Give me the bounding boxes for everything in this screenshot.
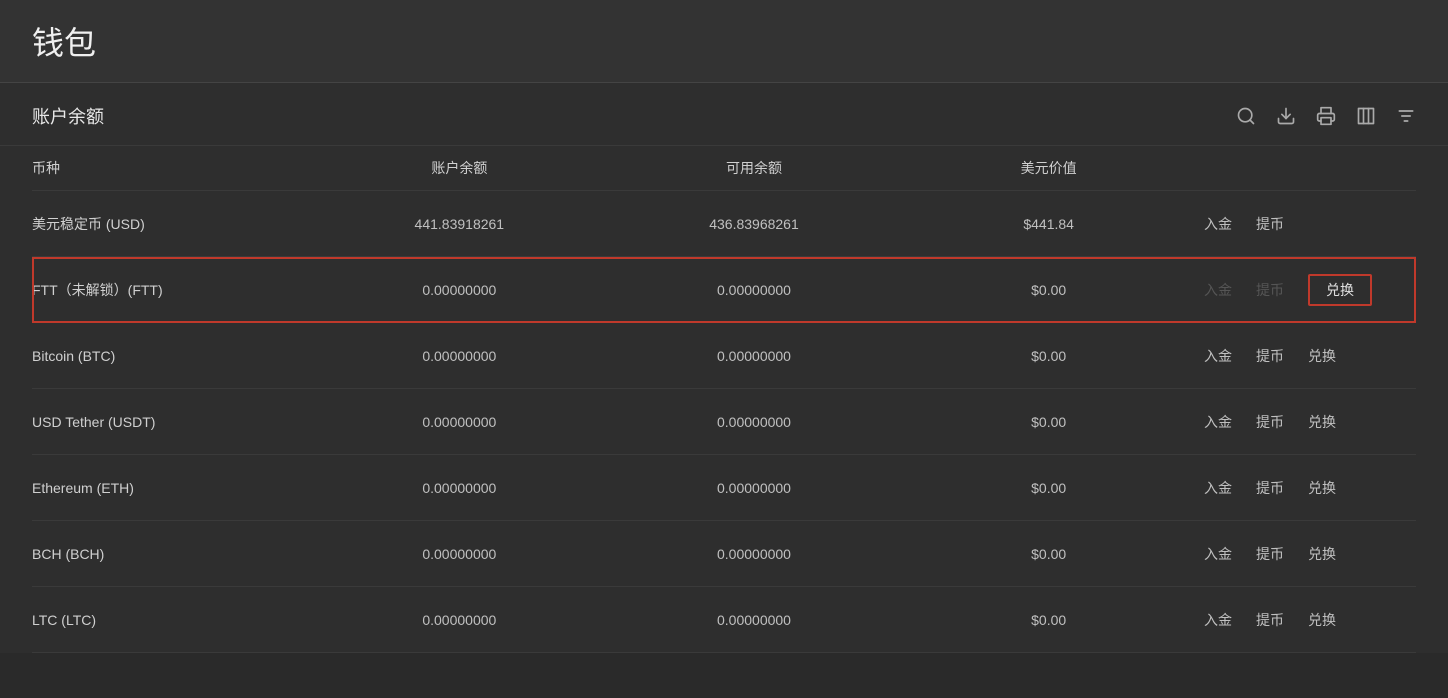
columns-icon[interactable] bbox=[1356, 106, 1376, 126]
deposit-button[interactable]: 入金 bbox=[1204, 214, 1232, 234]
withdraw-button: 提币 bbox=[1256, 280, 1284, 300]
cell-usd-value: $0.00 bbox=[901, 480, 1196, 496]
cell-actions: 入金 提币 兑换 bbox=[1196, 412, 1416, 432]
cell-balance: 0.00000000 bbox=[312, 480, 607, 496]
table-row: LTC (LTC)0.000000000.00000000$0.00入金提币兑换 bbox=[32, 587, 1416, 653]
table-row: Bitcoin (BTC)0.000000000.00000000$0.00入金… bbox=[32, 323, 1416, 389]
exchange-button[interactable]: 兑换 bbox=[1308, 544, 1336, 564]
cell-balance: 0.00000000 bbox=[312, 348, 607, 364]
table-row: USD Tether (USDT)0.000000000.00000000$0.… bbox=[32, 389, 1416, 455]
header-icons bbox=[1236, 106, 1416, 126]
cell-balance: 0.00000000 bbox=[312, 414, 607, 430]
balance-table: 币种 账户余额 可用余额 美元价值 美元稳定币 (USD)441.8391826… bbox=[0, 146, 1448, 653]
exchange-button[interactable]: 兑换 bbox=[1308, 610, 1336, 630]
header-currency: 币种 bbox=[32, 158, 312, 178]
cell-available: 0.00000000 bbox=[607, 612, 902, 628]
cell-usd-value: $441.84 bbox=[901, 216, 1196, 232]
deposit-button[interactable]: 入金 bbox=[1204, 544, 1232, 564]
section-header: 账户余额 bbox=[0, 83, 1448, 146]
exchange-button[interactable]: 兑换 bbox=[1308, 478, 1336, 498]
cell-actions: 入金 提币 兑换 bbox=[1196, 346, 1416, 366]
withdraw-button[interactable]: 提币 bbox=[1256, 214, 1284, 234]
cell-usd-value: $0.00 bbox=[901, 546, 1196, 562]
deposit-button[interactable]: 入金 bbox=[1204, 610, 1232, 630]
table-row: 美元稳定币 (USD)441.83918261436.83968261$441.… bbox=[32, 191, 1416, 257]
cell-currency: LTC (LTC) bbox=[32, 612, 312, 628]
cell-balance: 0.00000000 bbox=[312, 282, 607, 298]
exchange-button[interactable]: 兑换 bbox=[1308, 274, 1372, 306]
cell-currency: Ethereum (ETH) bbox=[32, 480, 312, 496]
header-balance: 账户余额 bbox=[312, 158, 607, 178]
cell-actions: 入金 提币 兑换 bbox=[1196, 544, 1416, 564]
cell-actions: 入金 提币 兑换 bbox=[1196, 478, 1416, 498]
deposit-button[interactable]: 入金 bbox=[1204, 478, 1232, 498]
cell-available: 0.00000000 bbox=[607, 480, 902, 496]
cell-available: 0.00000000 bbox=[607, 282, 902, 298]
page-title: 钱包 bbox=[32, 18, 1416, 64]
cell-available: 436.83968261 bbox=[607, 216, 902, 232]
cell-usd-value: $0.00 bbox=[901, 612, 1196, 628]
withdraw-button[interactable]: 提币 bbox=[1256, 346, 1284, 366]
withdraw-button[interactable]: 提币 bbox=[1256, 544, 1284, 564]
cell-actions: 入金 提币 兑换 bbox=[1196, 274, 1416, 306]
deposit-button[interactable]: 入金 bbox=[1204, 346, 1232, 366]
page-header: 钱包 bbox=[0, 0, 1448, 83]
section-title: 账户余额 bbox=[32, 103, 104, 129]
header-actions bbox=[1196, 158, 1416, 178]
cell-currency: USD Tether (USDT) bbox=[32, 414, 312, 430]
cell-balance: 441.83918261 bbox=[312, 216, 607, 232]
exchange-button[interactable]: 兑换 bbox=[1308, 412, 1336, 432]
cell-balance: 0.00000000 bbox=[312, 546, 607, 562]
cell-usd-value: $0.00 bbox=[901, 414, 1196, 430]
exchange-button[interactable]: 兑换 bbox=[1308, 346, 1336, 366]
withdraw-button[interactable]: 提币 bbox=[1256, 478, 1284, 498]
deposit-button: 入金 bbox=[1204, 280, 1232, 300]
table-row: FTT（未解锁）(FTT)0.000000000.00000000$0.00入金… bbox=[32, 257, 1416, 323]
cell-available: 0.00000000 bbox=[607, 414, 902, 430]
cell-actions: 入金 提币 bbox=[1196, 214, 1416, 234]
withdraw-button[interactable]: 提币 bbox=[1256, 412, 1284, 432]
withdraw-button[interactable]: 提币 bbox=[1256, 610, 1284, 630]
download-icon[interactable] bbox=[1276, 106, 1296, 126]
header-usd-value: 美元价值 bbox=[901, 158, 1196, 178]
content-area: 账户余额 bbox=[0, 83, 1448, 653]
header-available: 可用余额 bbox=[607, 158, 902, 178]
cell-currency: Bitcoin (BTC) bbox=[32, 348, 312, 364]
table-row: BCH (BCH)0.000000000.00000000$0.00入金提币兑换 bbox=[32, 521, 1416, 587]
print-icon[interactable] bbox=[1316, 106, 1336, 126]
cell-available: 0.00000000 bbox=[607, 348, 902, 364]
cell-currency: BCH (BCH) bbox=[32, 546, 312, 562]
cell-currency: FTT（未解锁）(FTT) bbox=[32, 280, 312, 300]
search-icon[interactable] bbox=[1236, 106, 1256, 126]
cell-currency: 美元稳定币 (USD) bbox=[32, 214, 312, 234]
cell-available: 0.00000000 bbox=[607, 546, 902, 562]
cell-usd-value: $0.00 bbox=[901, 348, 1196, 364]
table-body: 美元稳定币 (USD)441.83918261436.83968261$441.… bbox=[32, 191, 1416, 653]
cell-balance: 0.00000000 bbox=[312, 612, 607, 628]
filter-icon[interactable] bbox=[1396, 106, 1416, 126]
table-row: Ethereum (ETH)0.000000000.00000000$0.00入… bbox=[32, 455, 1416, 521]
cell-actions: 入金 提币 兑换 bbox=[1196, 610, 1416, 630]
table-header: 币种 账户余额 可用余额 美元价值 bbox=[32, 146, 1416, 191]
cell-usd-value: $0.00 bbox=[901, 282, 1196, 298]
deposit-button[interactable]: 入金 bbox=[1204, 412, 1232, 432]
